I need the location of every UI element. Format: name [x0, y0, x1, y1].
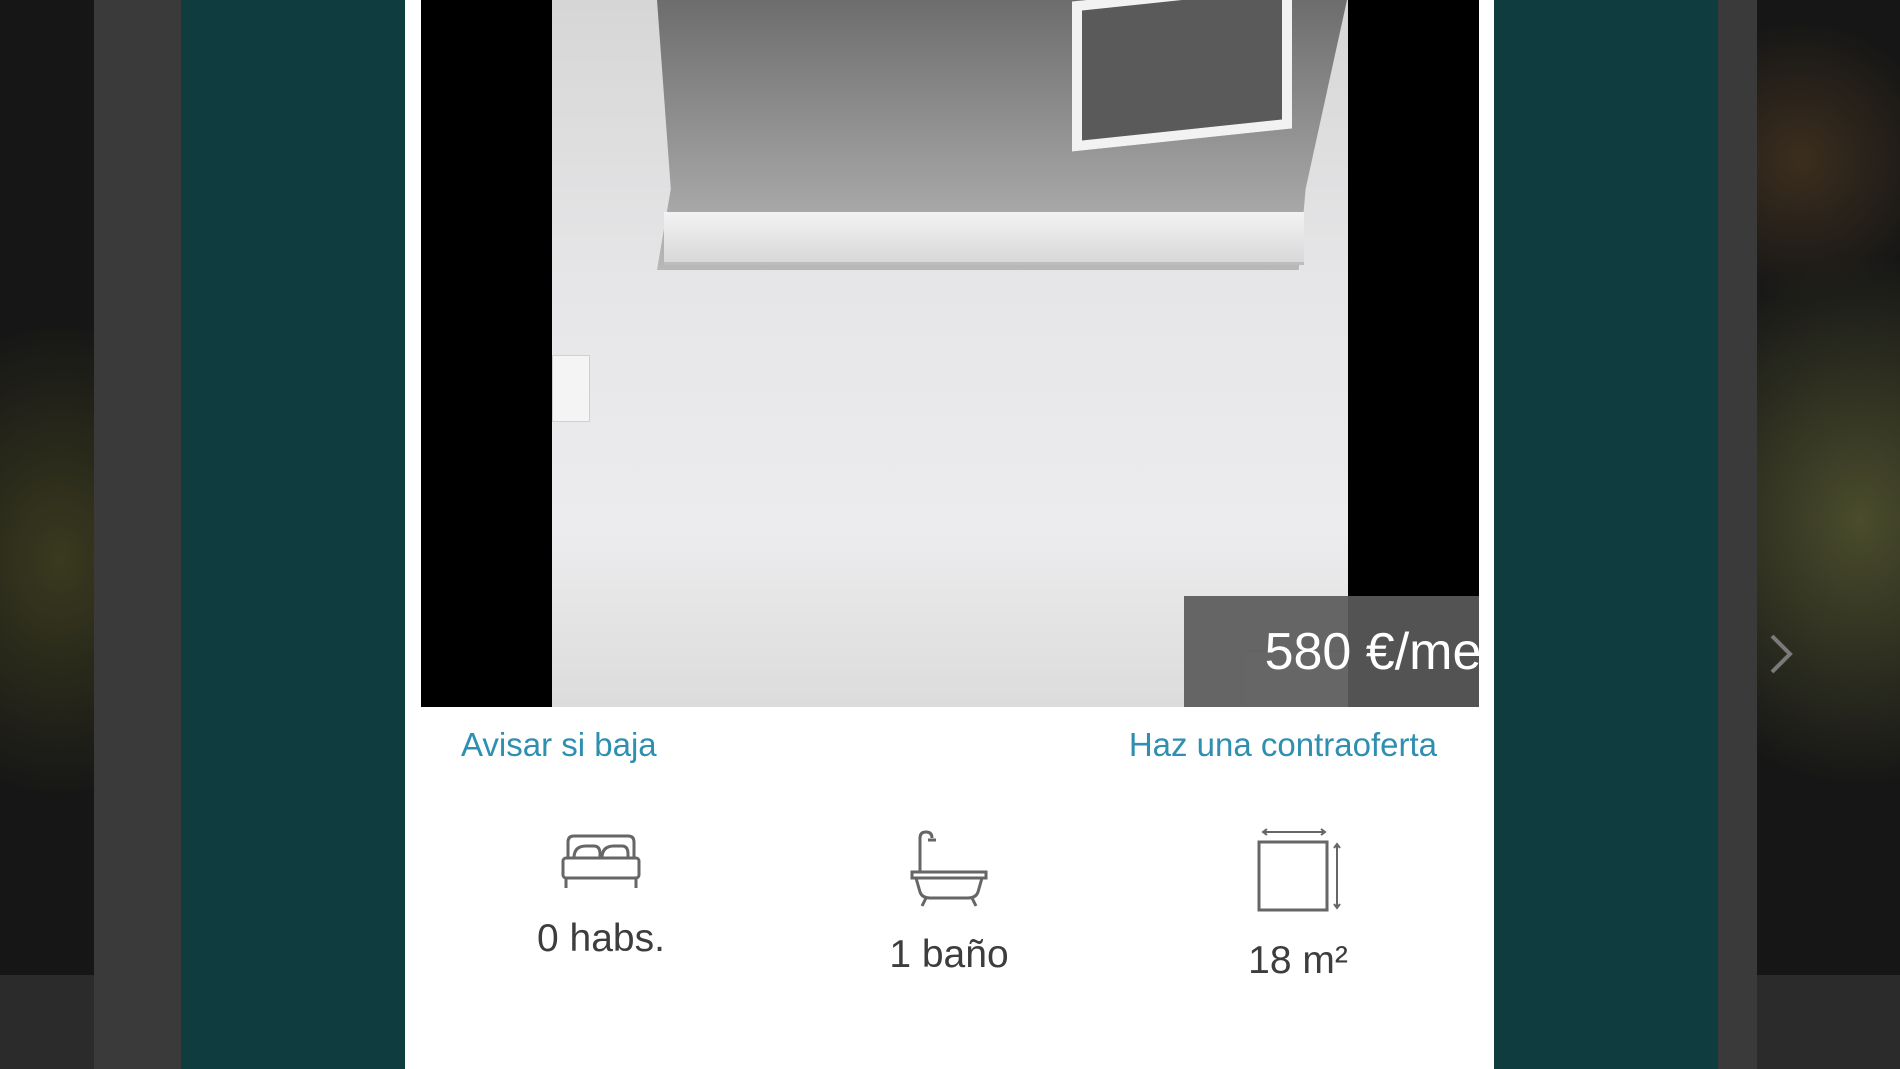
bed-icon — [561, 834, 641, 888]
photo-switch — [552, 355, 590, 422]
price-alert-link[interactable]: Avisar si baja — [461, 726, 657, 764]
price-overlay: 580 €/mes — [1184, 596, 1479, 707]
price-label: 580 €/mes — [1264, 622, 1479, 681]
listing-photo[interactable]: 580 €/mes — [421, 0, 1479, 707]
counter-offer-link[interactable]: Haz una contraoferta — [1129, 726, 1437, 764]
feature-rooms: 0 habs. — [451, 828, 751, 961]
feature-area: 18 m² — [1148, 828, 1448, 983]
area-icon — [1257, 828, 1341, 912]
listing-card: 580 €/mes Avisar si baja Haz una contrao… — [405, 0, 1494, 1069]
bathrooms-label: 1 baño — [889, 933, 1009, 976]
chevron-right-icon[interactable] — [1766, 630, 1796, 683]
listing-features: 0 habs. 1 baño 18 m² — [405, 828, 1494, 998]
photo-ledge — [664, 212, 1304, 265]
bathtub-icon — [910, 830, 988, 907]
listing-actions: Avisar si baja Haz una contraoferta — [405, 726, 1494, 776]
photo-window — [1072, 0, 1292, 152]
rooms-label: 0 habs. — [537, 917, 665, 960]
feature-bathrooms: 1 baño — [799, 828, 1099, 977]
area-label: 18 m² — [1248, 939, 1348, 982]
